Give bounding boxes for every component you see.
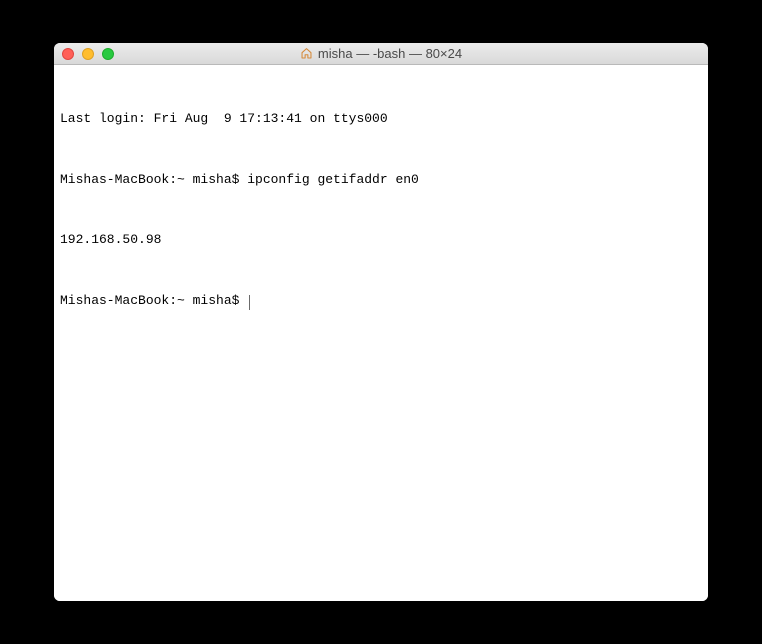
minimize-button[interactable] [82, 48, 94, 60]
terminal-line: 192.168.50.98 [60, 230, 702, 250]
window-title-area: misha — -bash — 80×24 [54, 46, 708, 61]
home-icon [300, 47, 313, 60]
terminal-line: Last login: Fri Aug 9 17:13:41 on ttys00… [60, 109, 702, 129]
terminal-line: Mishas-MacBook:~ misha$ ipconfig getifad… [60, 170, 702, 190]
window-title: misha — -bash — 80×24 [318, 46, 462, 61]
zoom-button[interactable] [102, 48, 114, 60]
terminal-window: misha — -bash — 80×24 Last login: Fri Au… [54, 43, 708, 601]
titlebar[interactable]: misha — -bash — 80×24 [54, 43, 708, 65]
close-button[interactable] [62, 48, 74, 60]
terminal-body[interactable]: Last login: Fri Aug 9 17:13:41 on ttys00… [54, 65, 708, 601]
cursor [249, 295, 250, 310]
traffic-lights [54, 48, 114, 60]
terminal-prompt-line: Mishas-MacBook:~ misha$ [60, 291, 702, 311]
terminal-prompt-text: Mishas-MacBook:~ misha$ [60, 293, 247, 308]
